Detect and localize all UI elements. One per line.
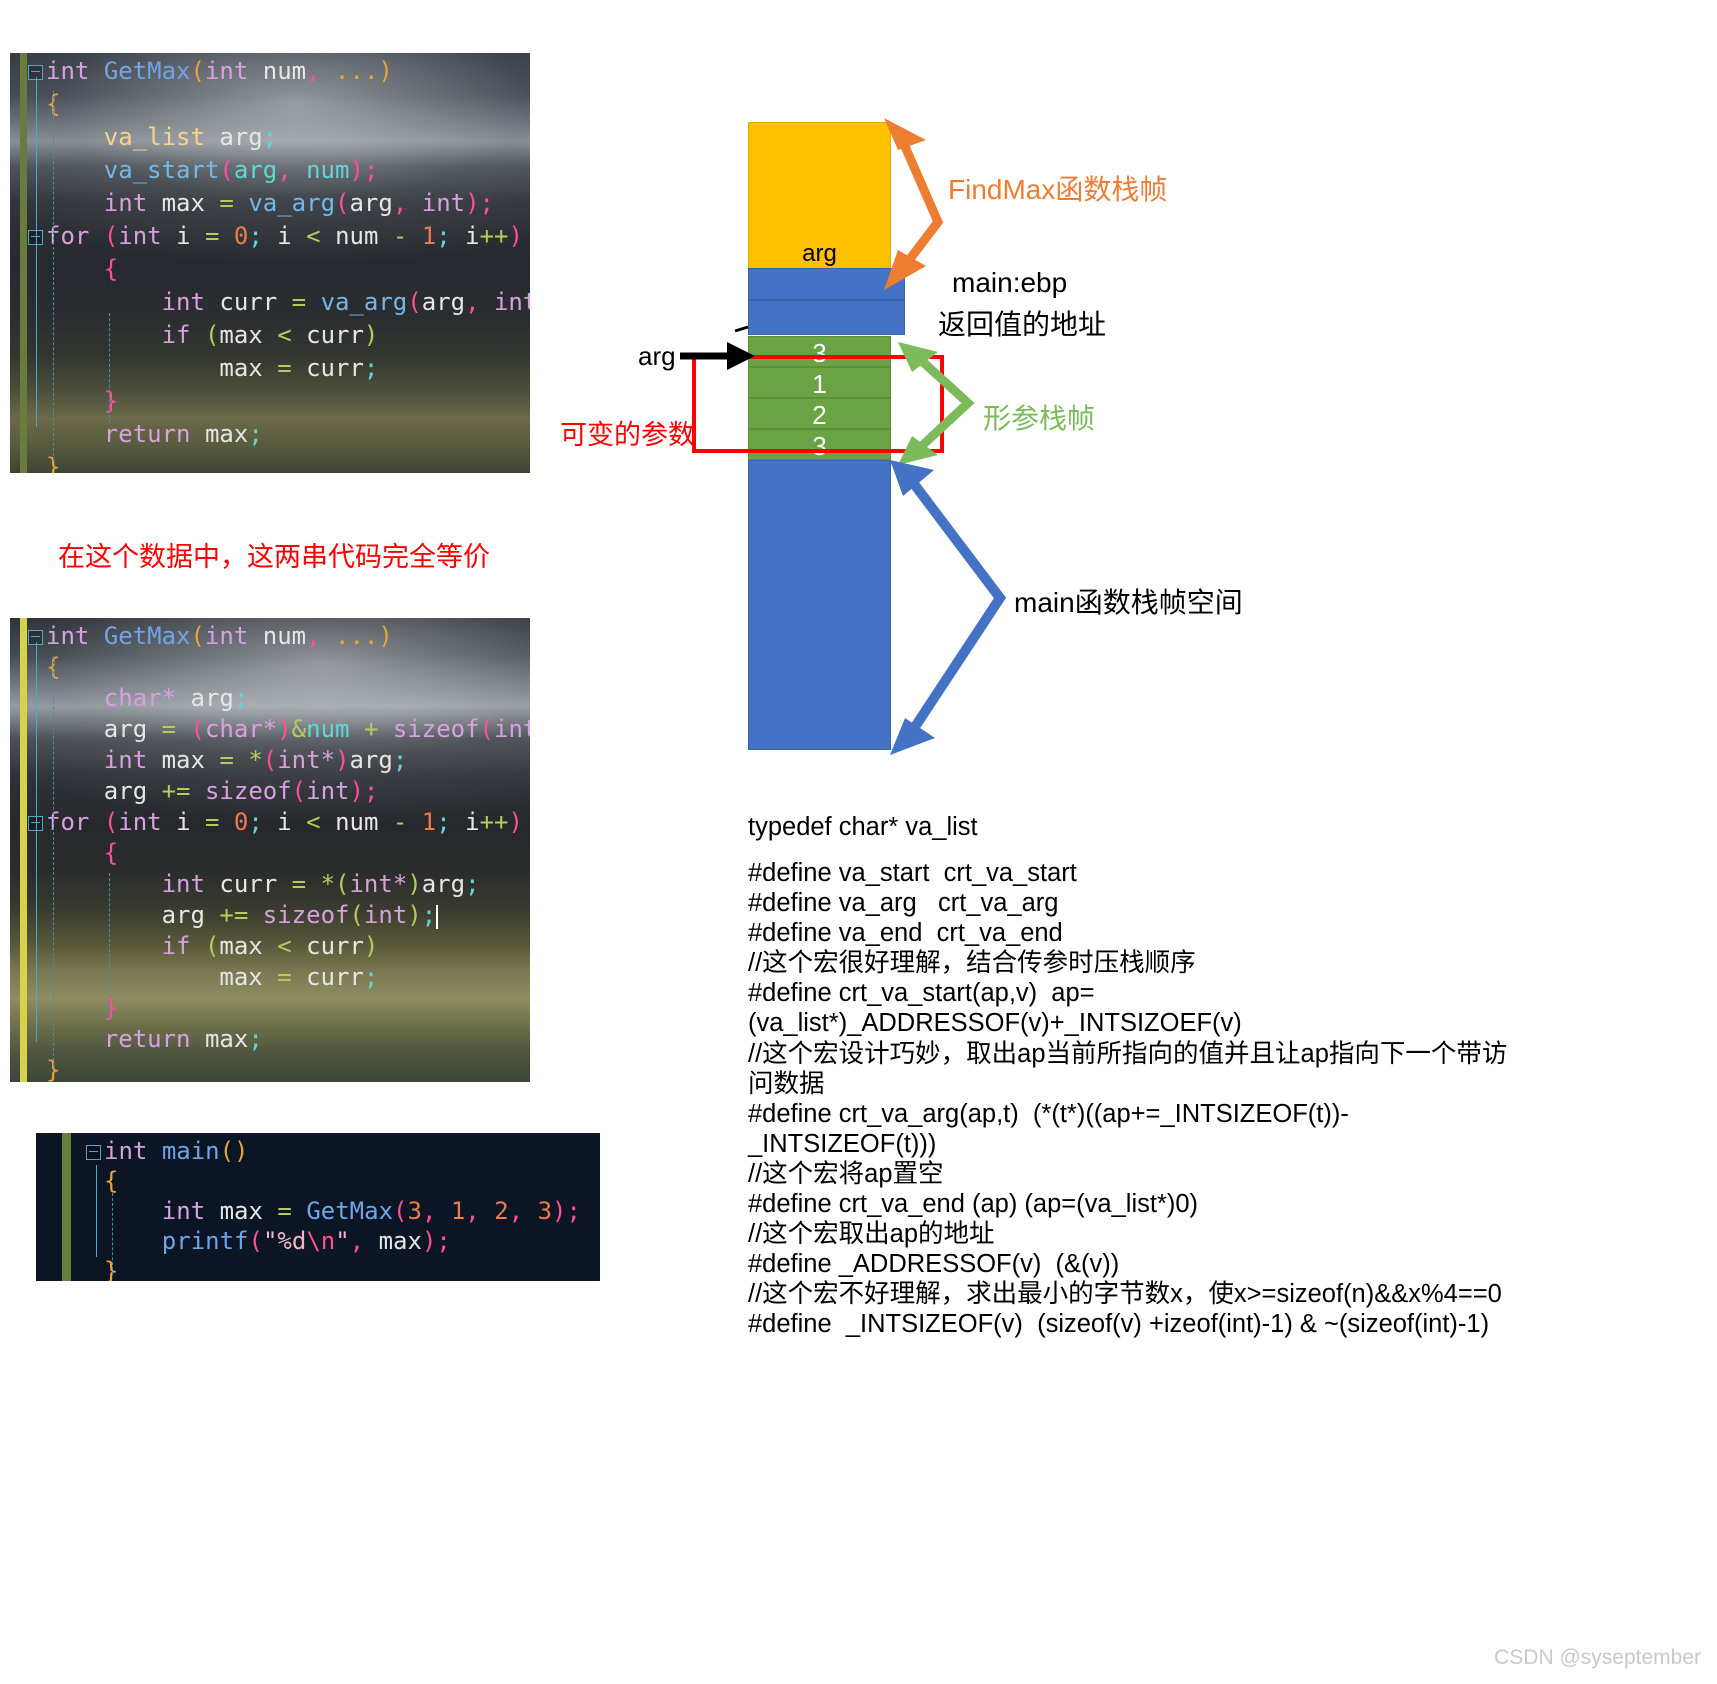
indent-guide-solid (36, 77, 37, 427)
main-frame-arrow (900, 468, 1007, 745)
macro-line: #define va_end crt_va_end (748, 919, 1063, 948)
macro-line: #define va_start crt_va_start (748, 859, 1077, 888)
code-line: return max; (103, 1025, 263, 1053)
indent-guide-1 (112, 1193, 113, 1275)
macro-line: #define _ADDRESSOF(v) (&(v)) (748, 1250, 1120, 1279)
code-line: int GetMax(int num, ...) (28, 624, 530, 655)
code-line: } (46, 1056, 61, 1082)
indent-guide-2 (109, 873, 110, 1018)
indent-guide-solid (96, 1165, 97, 1257)
code-lines: int main() { int max = GetMax(3, 1, 2, 3… (36, 1133, 600, 1281)
variadic-args-label: 可变的参数 (560, 420, 695, 450)
code-panel-getmax-valist[interactable]: int GetMax(int num, ...) { va_list arg; … (10, 53, 530, 473)
code-line: if (max < curr) (161, 932, 379, 960)
main-ebp-label: main:ebp (952, 267, 1068, 298)
code-line: } (103, 994, 119, 1022)
code-line: int max = *(int*)arg; (103, 746, 408, 774)
indent-guide-solid (36, 642, 37, 1042)
main-ebp-block (748, 268, 905, 300)
macro-line: #define crt_va_start(ap,v) ap=(va_list*)… (748, 979, 1242, 1038)
csdn-watermark: CSDN @syseptember (1494, 1646, 1701, 1669)
macro-line: #define crt_va_arg(ap,t) (*(t*)((ap+=_IN… (748, 1099, 1349, 1158)
arrow-head-blue-bottom (890, 718, 935, 755)
findmax-frame-label: FindMax函数栈帧 (948, 174, 1168, 205)
params-frame-label: 形参栈帧 (983, 403, 1096, 434)
code-line: } (104, 1257, 119, 1281)
code-line: int max = GetMax(3, 1, 2, 3); (161, 1197, 581, 1225)
code-line: arg += sizeof(int); (161, 901, 439, 929)
code-line: for (int i = 0; i < num - 1; i++) (28, 224, 530, 257)
code-line: int main() (86, 1139, 600, 1169)
text-caret (436, 905, 439, 929)
arg-pointer-label: arg (638, 341, 676, 371)
code-line: { (104, 1167, 119, 1195)
findmax-frame-arrow (895, 133, 944, 275)
code-line: { (103, 839, 119, 867)
arg-cell-label: arg (802, 240, 837, 267)
macro-line: typedef char* va_list (748, 813, 978, 841)
macro-line: #define crt_va_end (ap) (ap=(va_list*)0) (748, 1189, 1199, 1218)
equivalence-caption: 在这个数据中，这两串代码完全等价 (58, 542, 490, 572)
code-line: for (int i = 0; i < num - 1; i++) (28, 810, 530, 841)
indent-guide-1 (53, 91, 54, 461)
code-panel-main[interactable]: int main() { int max = GetMax(3, 1, 2, 3… (36, 1133, 600, 1281)
ebp-tick-mark (734, 325, 749, 333)
fold-icon[interactable] (86, 1144, 101, 1160)
macro-line: //这个宏取出ap的地址 (748, 1220, 995, 1249)
code-lines: int GetMax(int num, ...) { char* arg; ar… (10, 618, 530, 1082)
code-line: arg = (char*)&num + sizeof(int); (103, 715, 530, 743)
code-line: max = curr; (219, 963, 379, 991)
macro-definitions-block: typedef char* va_list #define va_start c… (748, 812, 1508, 1339)
code-line: { (46, 90, 61, 118)
code-line: return max; (103, 420, 263, 448)
code-line: printf("%d\n", max); (161, 1227, 451, 1255)
indent-guide-1 (53, 656, 54, 1066)
main-frame-label: main函数栈帧空间 (1014, 587, 1243, 618)
code-line: } (103, 387, 119, 415)
macro-line: //这个宏很好理解，结合传参时压栈顺序 (748, 949, 1196, 978)
code-line: int max = va_arg(arg, int); (103, 189, 495, 217)
code-line: int curr = va_arg(arg, int); (161, 288, 530, 316)
macro-spacer (748, 842, 1508, 858)
code-line: } (46, 453, 61, 473)
code-lines: int GetMax(int num, ...) { va_list arg; … (10, 53, 530, 473)
code-line: max = curr; (219, 354, 379, 382)
macro-line: //这个宏设计巧妙，取出ap当前所指向的值并且让ap指向下一个带访问数据 (748, 1039, 1508, 1098)
macro-line: #define va_arg crt_va_arg (748, 889, 1059, 918)
code-line: int curr = *(int*)arg; (161, 870, 480, 898)
code-line: arg += sizeof(int); (103, 777, 379, 805)
indent-guide-2 (109, 313, 110, 423)
code-line: { (103, 255, 119, 283)
return-address-block (748, 300, 905, 335)
macro-line: //这个宏不好理解，求出最小的字节数x，使x>=sizeof(n)&&x%4==… (748, 1280, 1502, 1309)
macro-line: //这个宏将ap置空 (748, 1159, 944, 1188)
arrow-head-blue-top (890, 460, 934, 496)
code-line: int GetMax(int num, ...) (28, 59, 530, 92)
variadic-args-red-box (692, 355, 944, 453)
macro-line: #define _INTSIZEOF(v) (sizeof(v) +izeof(… (748, 1310, 1490, 1339)
main-frame-block (748, 460, 891, 750)
code-line: { (46, 653, 61, 681)
code-line: char* arg; (103, 684, 249, 712)
return-address-label: 返回值的地址 (938, 309, 1107, 340)
code-line: va_start(arg, num); (103, 156, 379, 184)
code-line: if (max < curr) (161, 321, 379, 349)
code-line: va_list arg; (103, 123, 278, 151)
code-panel-getmax-pointer[interactable]: int GetMax(int num, ...) { char* arg; ar… (10, 618, 530, 1082)
